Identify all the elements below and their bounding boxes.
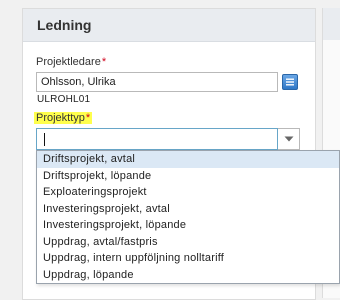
panel-header: Ledning [23, 9, 315, 42]
projekttyp-input[interactable] [36, 128, 278, 150]
projektledare-value: Ohlsson, Ulrika [41, 76, 116, 88]
dropdown-option[interactable]: Investeringsprojekt, löpande [37, 217, 339, 234]
projektledare-label-text: Projektledare [36, 56, 101, 68]
projekttyp-label-highlight: Projekttyp* [34, 112, 93, 124]
panel-title: Ledning [37, 17, 92, 33]
projekttyp-label-text: Projekttyp [36, 112, 85, 124]
dropdown-option[interactable]: Uppdrag, intern uppföljning nolltariff [37, 250, 339, 267]
lookup-icon [286, 78, 294, 86]
text-caret [44, 133, 45, 146]
dropdown-option[interactable]: Exploateringsprojekt [37, 184, 339, 201]
projekttyp-dropdown-button[interactable] [278, 128, 300, 150]
required-mark: * [101, 56, 107, 68]
dropdown-option[interactable]: Driftsprojekt, löpande [37, 168, 339, 185]
required-mark: * [85, 112, 91, 124]
lookup-button[interactable] [282, 74, 298, 90]
projekttyp-label: Projekttyp* [34, 112, 93, 124]
projektledare-id: ULROHL01 [37, 94, 91, 105]
adjacent-panel-header [323, 8, 340, 40]
dropdown-option[interactable]: Driftsprojekt, avtal [37, 151, 339, 168]
projektledare-field[interactable]: Ohlsson, Ulrika [36, 72, 278, 92]
projekttyp-dropdown-list: Driftsprojekt, avtal Driftsprojekt, löpa… [36, 150, 340, 284]
dropdown-option[interactable]: Uppdrag, avtal/fastpris [37, 234, 339, 251]
dropdown-option[interactable]: Investeringsprojekt, avtal [37, 201, 339, 218]
chevron-down-icon [284, 136, 293, 142]
dropdown-option[interactable]: Uppdrag, löpande [37, 267, 339, 284]
projektledare-label: Projektledare* [36, 56, 106, 68]
